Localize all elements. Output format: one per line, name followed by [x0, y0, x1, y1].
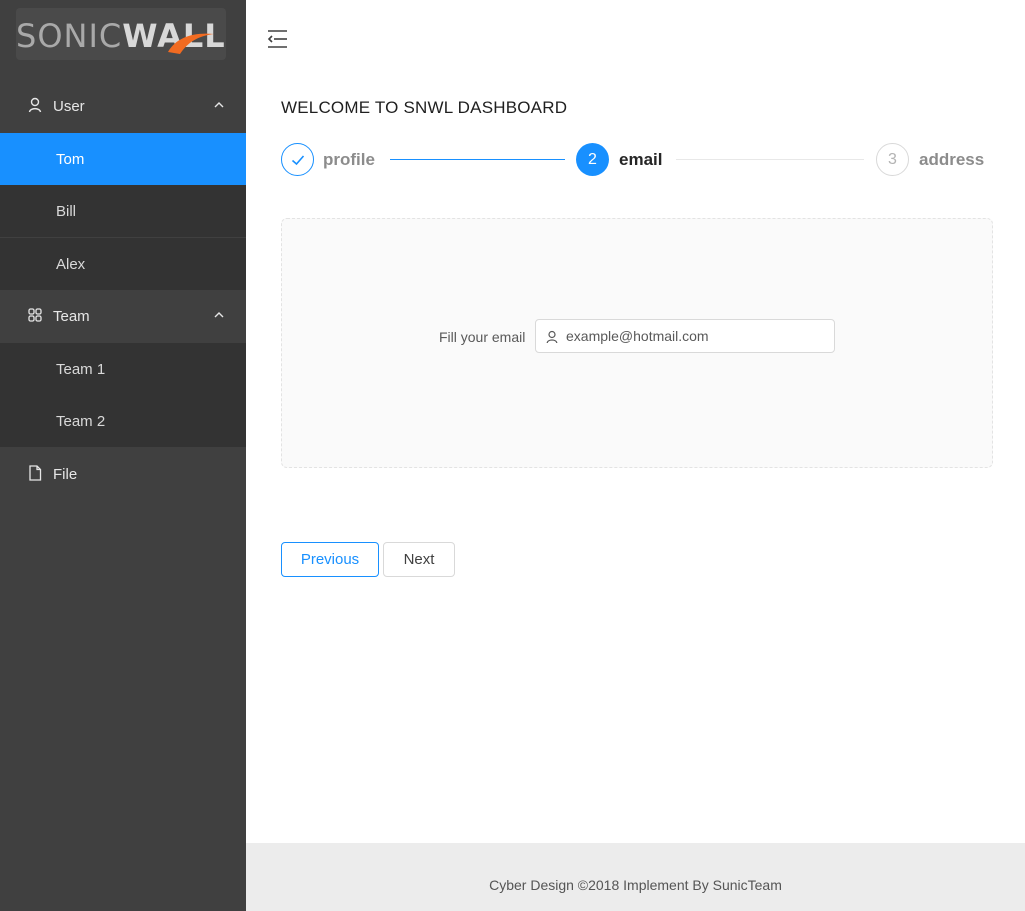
sidebar-group-label: User [53, 97, 85, 115]
sidebar-group-user[interactable]: User [0, 80, 246, 132]
menu-fold-icon[interactable] [266, 28, 288, 50]
chevron-up-icon [214, 312, 224, 318]
step-connector-1 [390, 159, 565, 160]
footer-text: Cyber Design ©2018 Implement By SunicTea… [489, 877, 782, 893]
sidebar: SONICWALL User Tom Bill Alex Team Team 1… [0, 0, 246, 911]
logo: SONICWALL [16, 8, 226, 60]
sidebar-group-team[interactable]: Team [0, 290, 246, 342]
step-2-current: 2 [576, 143, 609, 176]
email-label: Fill your email [439, 329, 526, 345]
sidebar-item-label: File [53, 465, 78, 483]
team-icon [28, 308, 42, 322]
step-1-label: profile [323, 150, 375, 169]
email-field[interactable] [535, 319, 835, 353]
sidebar-item-team-2[interactable]: Team 2 [0, 395, 246, 447]
footer: Cyber Design ©2018 Implement By SunicTea… [246, 843, 1025, 911]
step-1-finished [281, 143, 314, 176]
step-connector-2 [676, 159, 864, 160]
email-input[interactable] [566, 321, 826, 351]
user-icon [546, 330, 558, 344]
sidebar-item-file[interactable]: File [0, 448, 246, 500]
sidebar-item-alex[interactable]: Alex [0, 238, 246, 290]
previous-button[interactable]: Previous [281, 542, 379, 577]
file-icon [29, 465, 42, 481]
sidebar-item-team-1[interactable]: Team 1 [0, 343, 246, 395]
next-button[interactable]: Next [383, 542, 455, 577]
sidebar-item-tom[interactable]: Tom [0, 133, 246, 185]
step-3-waiting: 3 [876, 143, 909, 176]
step-2-label: email [619, 150, 663, 169]
user-icon [28, 97, 42, 113]
sidebar-item-bill[interactable]: Bill [0, 185, 246, 237]
chevron-up-icon [214, 102, 224, 108]
page-title: WELCOME TO SNWL DASHBOARD [281, 98, 568, 117]
check-icon [291, 154, 304, 165]
sidebar-group-label: Team [53, 307, 90, 325]
logo-swoosh-icon [168, 33, 214, 54]
step-3-label: address [919, 150, 985, 169]
